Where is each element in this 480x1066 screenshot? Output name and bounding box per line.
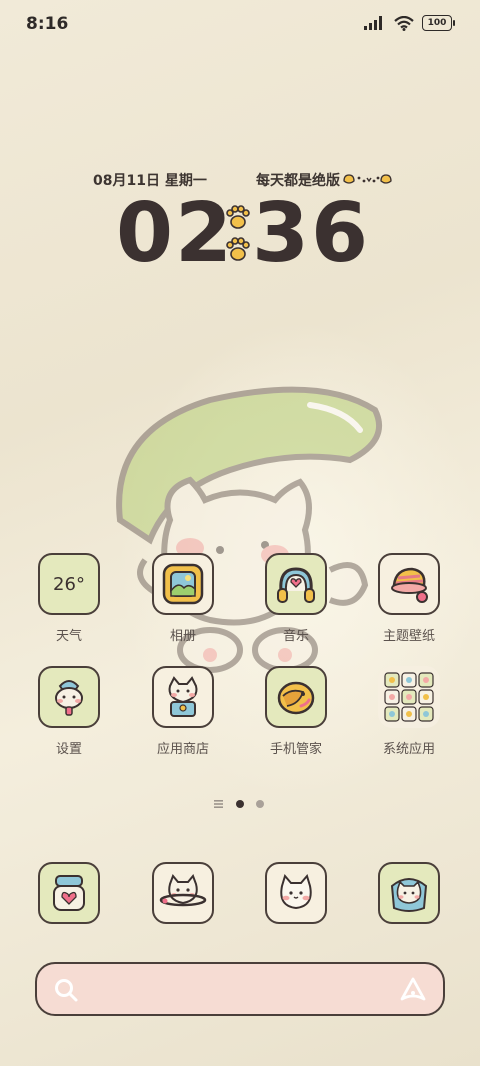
app-gallery[interactable]: 相册 [138,553,228,644]
app-label: 手机管家 [269,742,322,757]
search-icon[interactable] [53,977,79,1003]
dock-phone[interactable] [24,862,114,924]
page-indicator[interactable] [0,796,480,810]
app-label: 相册 [169,629,196,644]
app-store-icon [152,666,214,728]
weather-icon: 26° [38,553,100,615]
app-system-folder[interactable]: 系统应用 [364,666,454,757]
phone-icon [38,862,100,924]
dock-messages[interactable] [138,862,228,924]
app-music[interactable]: 音乐 [251,553,341,644]
gallery-icon [152,553,214,615]
app-label: 应用商店 [156,742,209,757]
clock-minutes: 36 [252,186,371,281]
app-label: 系统应用 [382,742,435,757]
camera-icon [265,862,327,924]
headphones-icon [265,553,327,615]
battery-level: 100 [427,18,447,28]
app-label: 音乐 [282,629,309,644]
paw-separator-icon [226,205,250,261]
messages-icon [152,862,214,924]
app-phone-manager[interactable]: 手机管家 [251,666,341,757]
app-theme[interactable]: 主题壁纸 [364,553,454,644]
theme-icon [378,553,440,615]
app-label: 主题壁纸 [382,629,435,644]
phone-manager-icon [265,666,327,728]
weather-temperature: 26° [53,573,85,595]
page-list-icon [214,800,223,808]
assistant-icon[interactable] [399,976,427,1004]
battery-icon: 100 [422,15,455,31]
app-label: 天气 [55,629,82,644]
app-weather[interactable]: 26° 天气 [24,553,114,644]
clock-hours: 02 [116,186,235,281]
dock-browser[interactable] [364,862,454,924]
app-label: 设置 [55,742,82,757]
settings-icon [38,666,100,728]
app-settings[interactable]: 设置 [24,666,114,757]
signal-icon [364,16,382,30]
page-dot-active [236,800,244,808]
app-store[interactable]: 应用商店 [138,666,228,757]
status-time: 8:16 [26,14,69,34]
status-icons: 100 [364,15,455,31]
wifi-icon [394,15,414,31]
search-bar[interactable] [35,962,445,1016]
clock-widget[interactable]: 02 36 [0,186,480,281]
status-bar: 8:16 100 [0,0,480,50]
dock-camera[interactable] [251,862,341,924]
system-apps-folder-icon [378,666,440,728]
page-dot [256,800,264,808]
browser-icon [378,862,440,924]
